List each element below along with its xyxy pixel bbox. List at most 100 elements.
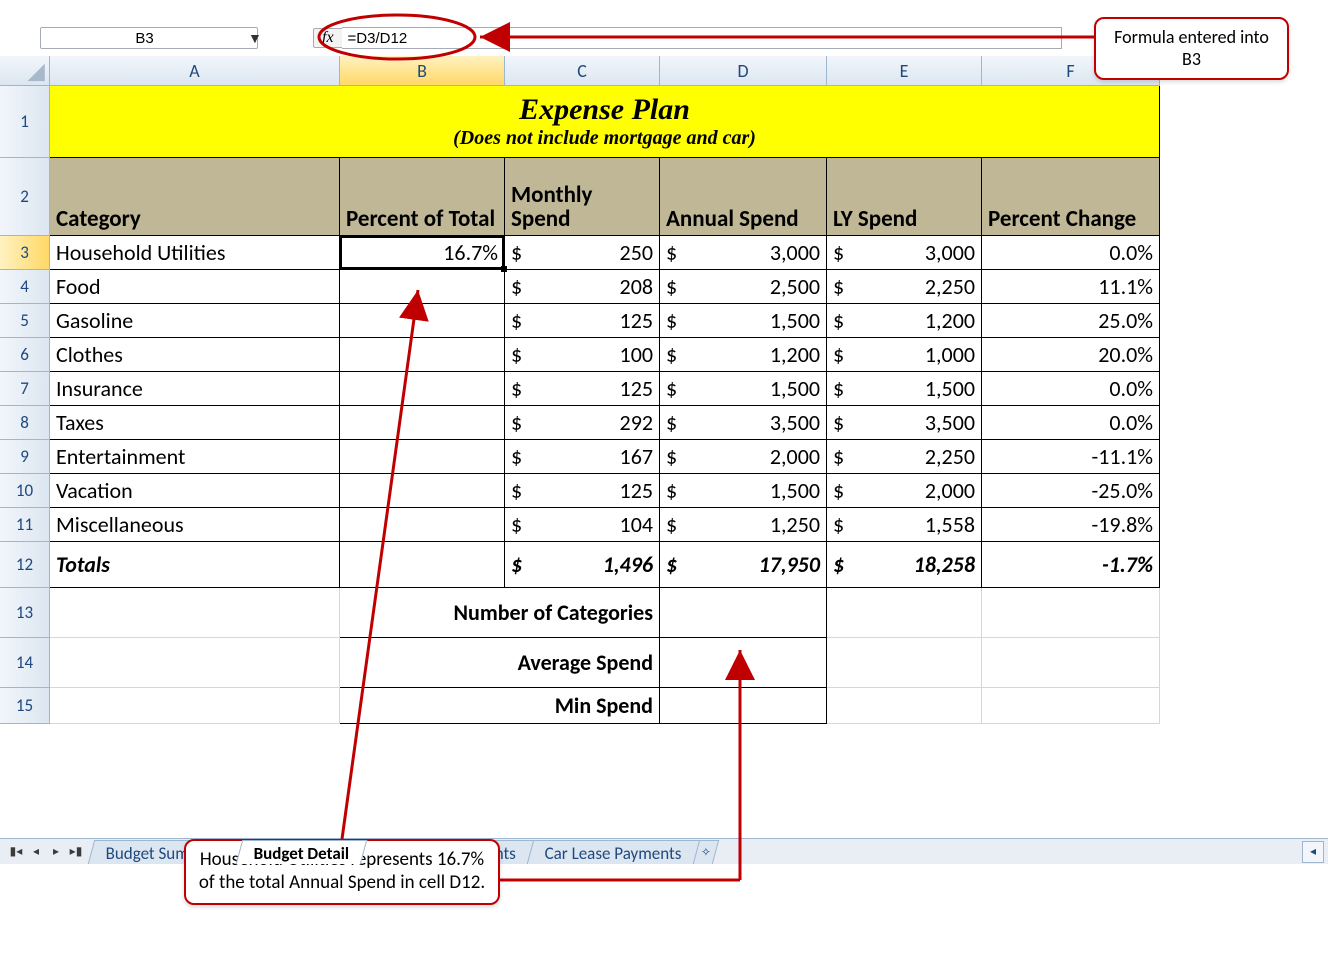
header-category[interactable]: Category xyxy=(50,158,340,236)
cell-monthly-spend[interactable]: $104 xyxy=(505,508,660,542)
sheet-tab[interactable]: Car Lease Payments xyxy=(527,840,700,864)
row-header-6[interactable]: 6 xyxy=(0,338,50,372)
name-box[interactable]: ▼ xyxy=(40,27,258,49)
cell-monthly-spend[interactable]: $125 xyxy=(505,372,660,406)
sheet-tab[interactable]: Budget Detail xyxy=(235,840,367,864)
cell-percent-total[interactable] xyxy=(340,474,505,508)
header-ly-spend[interactable]: LY Spend xyxy=(827,158,982,236)
cell-D14[interactable] xyxy=(660,638,827,688)
cell-monthly-spend[interactable]: $167 xyxy=(505,440,660,474)
header-annual-spend[interactable]: Annual Spend xyxy=(660,158,827,236)
cell-annual-spend[interactable]: $1,250 xyxy=(660,508,827,542)
totals-monthly[interactable]: $1,496 xyxy=(505,542,660,588)
col-header-B[interactable]: B xyxy=(340,56,505,86)
header-monthly-spend[interactable]: Monthly Spend xyxy=(505,158,660,236)
cell-percent-change[interactable]: 0.0% xyxy=(982,236,1160,270)
label-num-categories[interactable]: Number of Categories xyxy=(340,588,660,638)
label-min-spend[interactable]: Min Spend xyxy=(340,688,660,724)
cell-ly-spend[interactable]: $2,250 xyxy=(827,270,982,304)
row-header-9[interactable]: 9 xyxy=(0,440,50,474)
row-header-13[interactable]: 13 xyxy=(0,588,50,638)
cell-category[interactable]: Vacation xyxy=(50,474,340,508)
cell-F13[interactable] xyxy=(982,588,1160,638)
cell-percent-change[interactable]: 25.0% xyxy=(982,304,1160,338)
cell-annual-spend[interactable]: $1,500 xyxy=(660,304,827,338)
fx-icon[interactable]: fx xyxy=(313,28,342,48)
cell-category[interactable]: Food xyxy=(50,270,340,304)
cell-annual-spend[interactable]: $1,500 xyxy=(660,474,827,508)
cell-percent-change[interactable]: 0.0% xyxy=(982,372,1160,406)
col-header-E[interactable]: E xyxy=(827,56,982,86)
tab-nav-first-icon[interactable]: ▮◂ xyxy=(6,844,26,859)
row-header-5[interactable]: 5 xyxy=(0,304,50,338)
cell-F14[interactable] xyxy=(982,638,1160,688)
formula-input[interactable] xyxy=(342,27,1062,49)
title-cell[interactable]: Expense Plan (Does not include mortgage … xyxy=(50,86,1160,158)
cell-monthly-spend[interactable]: $100 xyxy=(505,338,660,372)
cell-percent-change[interactable]: -19.8% xyxy=(982,508,1160,542)
cell-D13[interactable] xyxy=(660,588,827,638)
cell-percent-total[interactable] xyxy=(340,372,505,406)
cell-percent-change[interactable]: 0.0% xyxy=(982,406,1160,440)
col-header-C[interactable]: C xyxy=(505,56,660,86)
row-header-10[interactable]: 10 xyxy=(0,474,50,508)
cell-percent-change[interactable]: -11.1% xyxy=(982,440,1160,474)
cell-monthly-spend[interactable]: $292 xyxy=(505,406,660,440)
cell-ly-spend[interactable]: $1,000 xyxy=(827,338,982,372)
cell-percent-total[interactable] xyxy=(340,270,505,304)
totals-annual[interactable]: $17,950 xyxy=(660,542,827,588)
totals-pct[interactable] xyxy=(340,542,505,588)
cell-D15[interactable] xyxy=(660,688,827,724)
cell-reference-input[interactable] xyxy=(41,30,248,47)
cell-annual-spend[interactable]: $2,500 xyxy=(660,270,827,304)
cell-monthly-spend[interactable]: $125 xyxy=(505,474,660,508)
col-header-D[interactable]: D xyxy=(660,56,827,86)
cell-E13[interactable] xyxy=(827,588,982,638)
row-header-15[interactable]: 15 xyxy=(0,688,50,724)
spreadsheet-grid[interactable]: 1 Expense Plan (Does not include mortgag… xyxy=(0,86,1328,838)
totals-pc[interactable]: -1.7% xyxy=(982,542,1160,588)
cell-category[interactable]: Insurance xyxy=(50,372,340,406)
cell-annual-spend[interactable]: $3,500 xyxy=(660,406,827,440)
cell-monthly-spend[interactable]: $125 xyxy=(505,304,660,338)
cell-monthly-spend[interactable]: $208 xyxy=(505,270,660,304)
row-header-8[interactable]: 8 xyxy=(0,406,50,440)
cell-ly-spend[interactable]: $1,500 xyxy=(827,372,982,406)
cell-percent-total[interactable] xyxy=(340,406,505,440)
cell-annual-spend[interactable]: $1,200 xyxy=(660,338,827,372)
cell-E14[interactable] xyxy=(827,638,982,688)
row-header-14[interactable]: 14 xyxy=(0,638,50,688)
cell-percent-total[interactable] xyxy=(340,304,505,338)
totals-ly[interactable]: $18,258 xyxy=(827,542,982,588)
cell-percent-change[interactable]: 11.1% xyxy=(982,270,1160,304)
name-box-dropdown-icon[interactable]: ▼ xyxy=(248,30,262,47)
cell-annual-spend[interactable]: $2,000 xyxy=(660,440,827,474)
header-percent-total[interactable]: Percent of Total xyxy=(340,158,505,236)
cell-F15[interactable] xyxy=(982,688,1160,724)
row-header-7[interactable]: 7 xyxy=(0,372,50,406)
cell-category[interactable]: Household Utilities xyxy=(50,236,340,270)
cell-E15[interactable] xyxy=(827,688,982,724)
row-header-2[interactable]: 2 xyxy=(0,158,50,236)
cell-percent-change[interactable]: -25.0% xyxy=(982,474,1160,508)
cell-A13[interactable] xyxy=(50,588,340,638)
horizontal-scroll-left-icon[interactable]: ◂ xyxy=(1302,841,1324,863)
cell-ly-spend[interactable]: $3,500 xyxy=(827,406,982,440)
row-header-1[interactable]: 1 xyxy=(0,86,50,158)
cell-ly-spend[interactable]: $2,250 xyxy=(827,440,982,474)
cell-ly-spend[interactable]: $2,000 xyxy=(827,474,982,508)
cell-category[interactable]: Entertainment xyxy=(50,440,340,474)
row-header-4[interactable]: 4 xyxy=(0,270,50,304)
row-header-3[interactable]: 3 xyxy=(0,236,50,270)
label-avg-spend[interactable]: Average Spend xyxy=(340,638,660,688)
cell-ly-spend[interactable]: $3,000 xyxy=(827,236,982,270)
cell-percent-total[interactable]: 16.7% xyxy=(340,236,505,270)
cell-ly-spend[interactable]: $1,558 xyxy=(827,508,982,542)
select-all-corner[interactable] xyxy=(0,56,50,86)
cell-category[interactable]: Gasoline xyxy=(50,304,340,338)
col-header-A[interactable]: A xyxy=(50,56,340,86)
cell-A14[interactable] xyxy=(50,638,340,688)
tab-nav-prev-icon[interactable]: ◂ xyxy=(26,844,46,859)
row-header-11[interactable]: 11 xyxy=(0,508,50,542)
cell-percent-change[interactable]: 20.0% xyxy=(982,338,1160,372)
